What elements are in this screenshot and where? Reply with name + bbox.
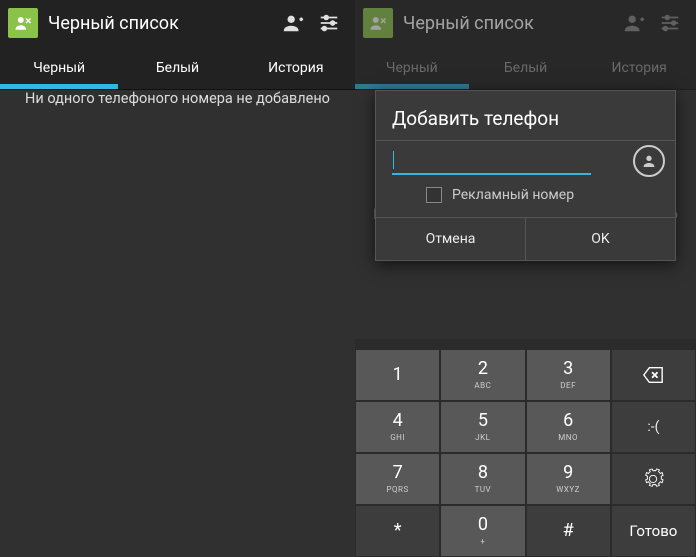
screen-right: Черный список Черный Белый История Ни од… xyxy=(355,0,696,557)
tab-black[interactable]: Черный xyxy=(355,46,469,89)
empty-message: Ни одного телефоного номера не добавлено xyxy=(25,90,330,107)
checkbox-icon xyxy=(426,187,442,203)
add-contact-button[interactable] xyxy=(616,12,652,34)
tab-history[interactable]: История xyxy=(582,46,696,89)
app-header: Черный список xyxy=(355,0,696,46)
tab-white[interactable]: Белый xyxy=(118,46,236,89)
numeric-keypad: 12ABC3DEF 4GHI5JKL6MNO:-( 7PQRS8TUV9WXYZ *0… xyxy=(355,339,696,557)
key-9[interactable]: 9WXYZ xyxy=(527,454,610,504)
tabs: Черный Белый История xyxy=(355,46,696,90)
ok-button[interactable]: OK xyxy=(525,218,675,260)
tab-white[interactable]: Белый xyxy=(469,46,583,89)
key-8[interactable]: 8TUV xyxy=(441,454,524,504)
app-header: Черный список xyxy=(0,0,355,46)
key-1[interactable]: 1 xyxy=(356,350,439,400)
key-3[interactable]: 3DEF xyxy=(527,350,610,400)
key-0[interactable]: 0+ xyxy=(441,506,524,556)
dialog-title: Добавить телефон xyxy=(376,91,675,140)
done-key[interactable]: Готово xyxy=(612,506,695,556)
tab-black[interactable]: Черный xyxy=(0,46,118,89)
settings-sliders-button[interactable] xyxy=(311,12,347,34)
app-title: Черный список xyxy=(48,13,275,34)
content-area: Ни одного телефоного номера не добавлено xyxy=(0,90,355,107)
key-5[interactable]: 5JKL xyxy=(441,402,524,452)
gear-key[interactable] xyxy=(612,454,695,504)
key-*[interactable]: * xyxy=(356,506,439,556)
phone-input[interactable] xyxy=(392,147,591,175)
tab-history[interactable]: История xyxy=(237,46,355,89)
settings-sliders-button[interactable] xyxy=(652,12,688,34)
dialog-buttons: Отмена OK xyxy=(376,217,675,260)
key-7[interactable]: 7PQRS xyxy=(356,454,439,504)
checkbox-label: Рекламный номер xyxy=(452,187,574,203)
screen-left: Черный список Черный Белый История Ни од… xyxy=(0,0,355,557)
ad-number-checkbox-row[interactable]: Рекламный номер xyxy=(376,183,675,217)
text-cursor xyxy=(393,151,394,169)
backspace-key[interactable] xyxy=(612,350,695,400)
add-contact-button[interactable] xyxy=(275,12,311,34)
cancel-button[interactable]: Отмена xyxy=(376,218,525,260)
app-title: Черный список xyxy=(403,13,616,34)
key-#[interactable]: # xyxy=(527,506,610,556)
emoticon-key[interactable]: :-( xyxy=(612,402,695,452)
key-2[interactable]: 2ABC xyxy=(441,350,524,400)
key-6[interactable]: 6MNO xyxy=(527,402,610,452)
app-icon xyxy=(8,8,38,38)
pick-contact-button[interactable] xyxy=(633,145,665,177)
key-4[interactable]: 4GHI xyxy=(356,402,439,452)
tabs: Черный Белый История xyxy=(0,46,355,90)
app-icon xyxy=(363,8,393,38)
add-phone-dialog: Добавить телефон Рекламный номер Отмена … xyxy=(375,90,676,261)
